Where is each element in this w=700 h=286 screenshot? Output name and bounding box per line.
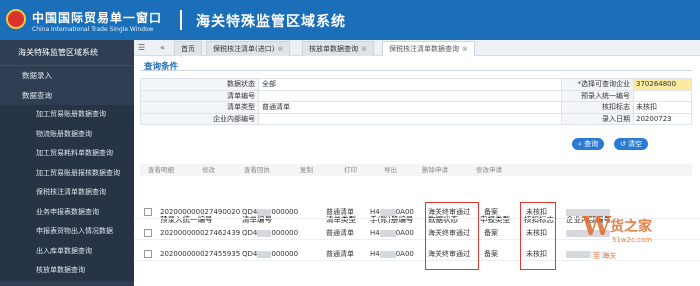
view-detail-button[interactable]: 查看明细: [148, 165, 174, 175]
company-label: *选择可查询企业: [562, 79, 634, 90]
verify-flag-label: 核扣标志: [562, 102, 634, 113]
cell-preentry-no: 202000000027490020: [160, 208, 241, 216]
query-form: 数据状态 全部 *选择可查询企业 370264800 清单编号 预录入统一编号 …: [140, 78, 692, 125]
system-title: 海关特殊监管区域系统: [196, 14, 346, 30]
menu-toggle-icon[interactable]: ☰: [138, 40, 145, 56]
list-type-label: 清单类型: [141, 102, 259, 113]
sidebar-item-data-entry[interactable]: 数据录入: [0, 66, 134, 86]
cell-book-no: H4 0A00: [370, 208, 414, 216]
verify-flag-select[interactable]: 未核扣: [634, 102, 692, 113]
sidebar: 海关特殊监管区域系统 数据录入 数据查询 加工贸易账册数据查询 物流账册数据查询…: [0, 40, 134, 286]
search-icon: ⌕: [578, 140, 582, 148]
logo-en: China International Trade Single Window: [32, 26, 154, 33]
preentry-no-input[interactable]: [634, 90, 692, 101]
form-row: 企业内部编号 录入日期 20200723: [141, 113, 692, 125]
section-divider: [140, 70, 692, 71]
redacted-block: [257, 229, 272, 237]
company-select[interactable]: 370264800: [634, 79, 692, 90]
cell-list-type: 普通清单: [326, 250, 354, 258]
sidebar-item-consumption-query[interactable]: 加工贸易耗料单数据查询: [0, 144, 134, 164]
sidebar-item-release-order-query[interactable]: 核放单数据查询: [0, 261, 134, 281]
cell-book-no: H4 0A00: [370, 229, 414, 237]
list-no-input[interactable]: [259, 90, 562, 101]
tab-release-order-query[interactable]: 核放单数据查询 ⊗: [302, 41, 374, 56]
sidebar-title: 海关特殊监管区域系统: [0, 40, 134, 66]
tab-home[interactable]: 首页: [174, 41, 202, 56]
cell-preentry-no: 202000000027462439: [160, 229, 241, 237]
copy-button[interactable]: 复制: [300, 165, 313, 175]
entry-date-input[interactable]: 20200723: [634, 113, 692, 124]
data-status-label: 数据状态: [141, 79, 259, 90]
export-button[interactable]: 导出: [384, 165, 397, 175]
tab-bonded-list-import[interactable]: 保税核注清单(进口) ⊗: [206, 41, 291, 56]
status-highlight-box: [425, 202, 479, 270]
cell-book-no: H4 0A00: [370, 250, 414, 258]
watermark-logo-icon: W: [582, 212, 612, 242]
close-icon[interactable]: ⊗: [462, 45, 468, 53]
action-toolbar: 查看明细 修改 查看回执 复制 打印 导出 删除申请 修改申请: [140, 164, 692, 176]
watermark: W 货之家 51w2c.com 至 海关: [582, 212, 694, 272]
redacted-block: [379, 250, 396, 258]
sidebar-item-bonded-list-query[interactable]: 保税核注清单数据查询: [0, 183, 134, 203]
flag-highlight-box: [520, 202, 556, 270]
form-row: 清单编号 预录入统一编号: [141, 90, 692, 102]
form-row: 数据状态 全部 *选择可查询企业 370264800: [141, 79, 692, 91]
row-checkbox[interactable]: [144, 250, 152, 258]
sidebar-item-logistics-book-query[interactable]: 物流账册数据查询: [0, 124, 134, 144]
print-button[interactable]: 打印: [344, 165, 357, 175]
customs-emblem-icon: [6, 9, 26, 29]
sidebar-item-warehouse-order-query[interactable]: 出入库单数据查询: [0, 241, 134, 261]
row-checkbox[interactable]: [144, 229, 152, 237]
sidebar-item-book-verification-query[interactable]: 加工贸易账册报核数据查询: [0, 163, 134, 183]
cell-list-type: 普通清单: [326, 229, 354, 237]
cell-decl-type: 备案: [484, 208, 498, 216]
search-button[interactable]: ⌕ 查询: [572, 138, 605, 150]
watermark-text: 货之家: [610, 219, 652, 235]
data-status-select[interactable]: 全部: [259, 79, 562, 90]
cell-list-no: QD4 000000: [242, 208, 299, 216]
watermark-tag: 至 海关: [590, 250, 620, 262]
redacted-block: [257, 208, 272, 216]
close-icon[interactable]: ⊗: [277, 45, 283, 53]
entry-date-label: 录入日期: [562, 113, 634, 124]
tab-bonded-list-query[interactable]: 保税核注清单数据查询 ⊗: [382, 41, 475, 56]
tab-bar: ☰ « 首页 保税核注清单(进口) ⊗ 核放单数据查询 ⊗ 保税核注清单数据查询 ⊗: [134, 40, 700, 56]
reset-button[interactable]: ↺ 清空: [614, 138, 649, 150]
header-divider: [180, 10, 182, 30]
redacted-block: [379, 208, 396, 216]
sidebar-item-data-query[interactable]: 数据查询: [0, 86, 134, 106]
sidebar-item-goods-inout-query[interactable]: 申报表货物出入情况数据: [0, 222, 134, 242]
sidebar-item-processing-book-query[interactable]: 加工贸易账册数据查询: [0, 105, 134, 125]
preentry-no-label: 预录入统一编号: [562, 90, 634, 101]
redacted-block: [257, 250, 272, 258]
cell-list-no: QD4 000000: [242, 250, 299, 258]
sidebar-item-declaration-form-query[interactable]: 业务申报表数据查询: [0, 202, 134, 222]
internal-no-input[interactable]: [259, 113, 562, 124]
delete-request-button[interactable]: 删除申请: [422, 165, 448, 175]
form-row: 清单类型 普通清单 核扣标志 未核扣: [141, 102, 692, 114]
list-no-label: 清单编号: [141, 90, 259, 101]
cell-decl-type: 备案: [484, 250, 498, 258]
watermark-url: 51w2c.com: [612, 236, 653, 244]
cell-preentry-no: 202000000027455935: [160, 250, 241, 258]
cell-list-type: 普通清单: [326, 208, 354, 216]
list-type-select[interactable]: 普通清单: [259, 102, 562, 113]
tabs-prev-icon[interactable]: «: [160, 40, 165, 56]
modify-request-button[interactable]: 修改申请: [476, 165, 502, 175]
redacted-block: [379, 229, 396, 237]
reset-icon: ↺: [620, 140, 626, 148]
row-checkbox[interactable]: [144, 208, 152, 216]
app-header: 中国国际贸易单一窗口 China International Trade Sin…: [0, 0, 700, 40]
cell-list-no: QD4 000000: [242, 229, 299, 237]
internal-no-label: 企业内部编号: [141, 113, 259, 124]
close-icon[interactable]: ⊗: [361, 45, 367, 53]
view-receipt-button[interactable]: 查看回执: [244, 165, 270, 175]
logo-cn: 中国国际贸易单一窗口: [32, 11, 163, 25]
edit-button[interactable]: 修改: [202, 165, 215, 175]
cell-decl-type: 备案: [484, 229, 498, 237]
